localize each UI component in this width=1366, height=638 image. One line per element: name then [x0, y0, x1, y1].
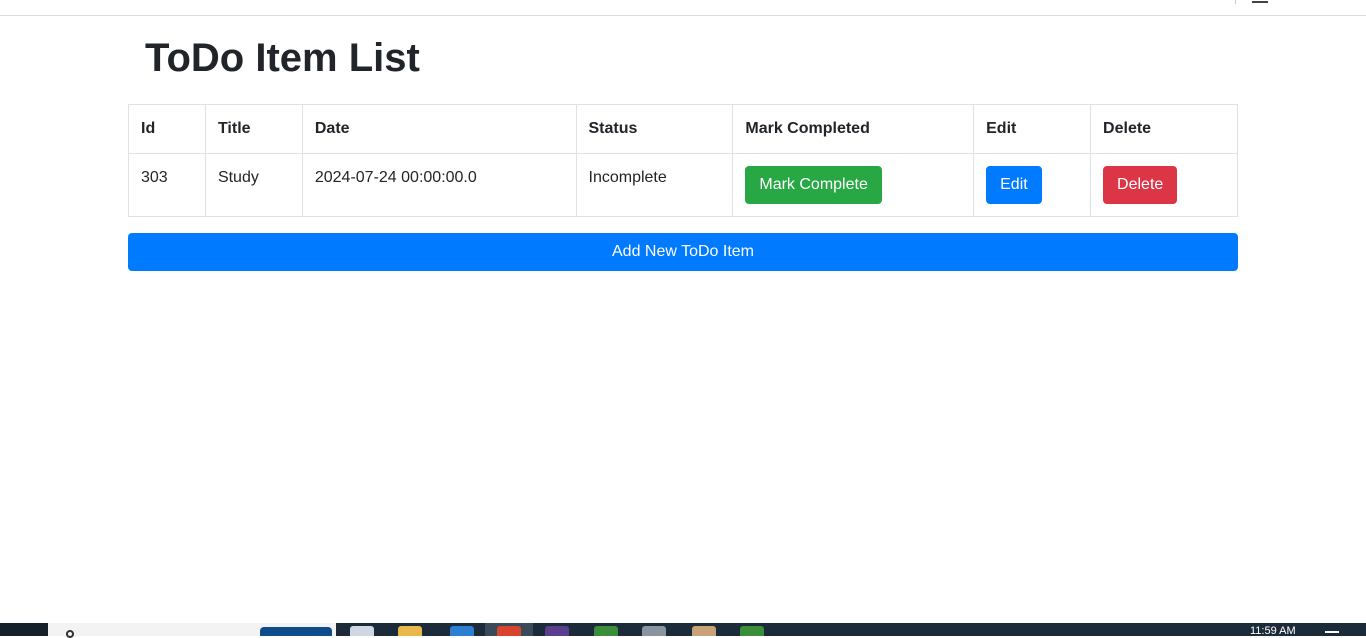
cell-id: 303 [128, 153, 206, 217]
cell-edit: Edit [973, 153, 1092, 217]
start-button[interactable] [0, 623, 48, 636]
column-header-title: Title [204, 104, 303, 154]
toolbar-separator [1235, 0, 1236, 4]
page-title: ToDo Item List [145, 36, 420, 80]
notification-icon[interactable] [1325, 631, 1339, 633]
terminal-icon[interactable] [642, 626, 666, 636]
gear-icon[interactable] [594, 626, 618, 636]
store-icon[interactable] [450, 626, 474, 636]
cell-status: Incomplete [575, 153, 734, 217]
cell-delete: Delete [1090, 153, 1238, 217]
mark-complete-button[interactable]: Mark Complete [745, 166, 882, 204]
cell-title: Study [204, 153, 303, 217]
chrome-icon[interactable] [497, 626, 521, 636]
taskbar: 11:59 AM [0, 623, 1366, 638]
edit-button[interactable]: Edit [986, 166, 1042, 204]
column-header-id: Id [128, 104, 206, 154]
app-icon[interactable] [692, 626, 716, 636]
menu-icon[interactable] [1252, 0, 1268, 3]
task-view-icon[interactable] [350, 626, 374, 636]
browser-top-strip [0, 0, 1366, 16]
todo-table: Id Title Date Status Mark Completed Edit… [128, 104, 1238, 217]
column-header-delete: Delete [1090, 104, 1238, 154]
file-explorer-icon[interactable] [398, 626, 422, 636]
add-new-todo-button[interactable]: Add New ToDo Item [128, 233, 1238, 271]
column-header-date: Date [301, 104, 577, 154]
cell-mark-completed: Mark Complete [732, 153, 975, 217]
cell-date: 2024-07-24 00:00:00.0 [301, 153, 577, 217]
column-header-mark-completed: Mark Completed [732, 104, 975, 154]
eclipse-icon[interactable] [545, 626, 569, 636]
search-icon [66, 630, 74, 638]
delete-button[interactable]: Delete [1103, 166, 1178, 204]
column-header-edit: Edit [973, 104, 1092, 154]
gear-icon-2[interactable] [740, 626, 764, 636]
table-row: 303 Study 2024-07-24 00:00:00.0 Incomple… [128, 153, 1238, 217]
column-header-status: Status [575, 104, 734, 154]
taskbar-widget[interactable] [260, 627, 332, 636]
table-header-row: Id Title Date Status Mark Completed Edit… [128, 104, 1238, 154]
taskbar-clock[interactable]: 11:59 AM [1250, 625, 1296, 637]
